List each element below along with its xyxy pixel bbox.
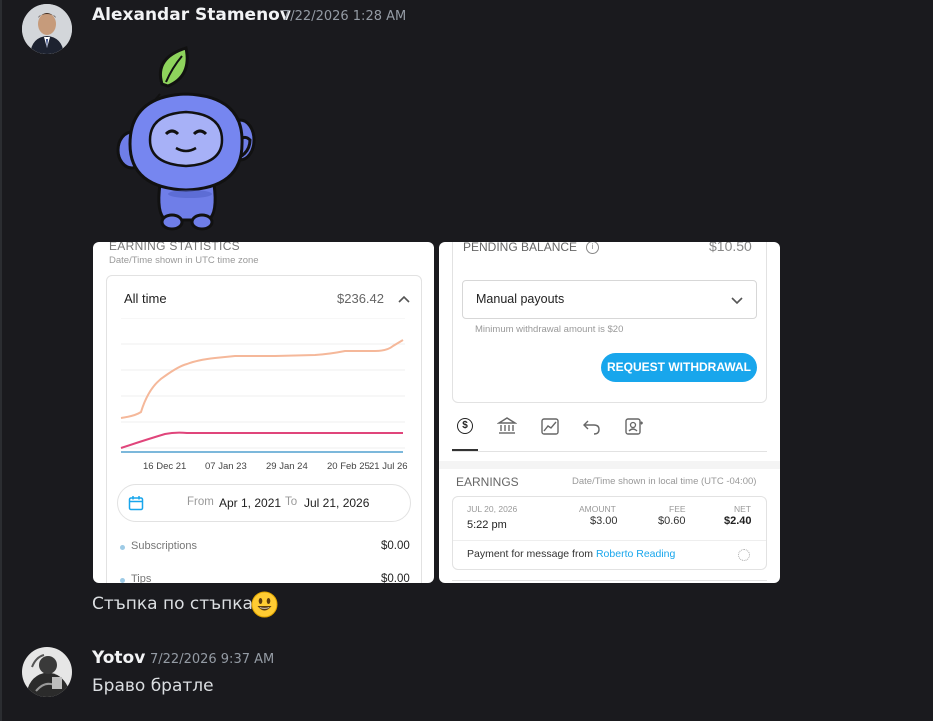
row-value: $0.00: [381, 573, 410, 583]
list-item: Tips $0.00: [107, 571, 423, 583]
avatar[interactable]: [22, 647, 72, 697]
tab-bank[interactable]: [496, 416, 518, 436]
request-withdrawal-button[interactable]: REQUEST WITHDRAWAL: [601, 353, 757, 382]
next-entry-edge: [452, 580, 767, 583]
timestamp: 7/22/2026 9:37 AM: [150, 652, 275, 667]
tab-statistics[interactable]: [540, 417, 560, 437]
entry-divider: [453, 540, 766, 541]
net-label: NET: [734, 504, 751, 514]
tab-refunds[interactable]: [582, 417, 602, 437]
entry-time: 5:22 pm: [467, 519, 507, 531]
amount-label: AMOUNT: [579, 504, 616, 514]
channel-divider: [0, 0, 2, 721]
from-label: From: [187, 496, 214, 508]
stats-card: All time $236.42 16 Dec 21 07 Jan 23 29 …: [106, 275, 422, 583]
to-label: To: [285, 496, 298, 508]
balance-card: PENDING BALANCE i $10.50 Manual payouts …: [452, 242, 767, 403]
stats-title: EARNING STATISTICS: [109, 242, 240, 253]
wumpus-leaf-sticker-icon: [110, 44, 260, 232]
message-content: Браво братле: [92, 676, 214, 696]
chart-icon: [541, 418, 559, 435]
calendar-icon: [128, 495, 144, 511]
net-value: $2.40: [724, 515, 752, 527]
pending-value: $10.50: [709, 242, 752, 254]
from-date[interactable]: Apr 1, 2021: [219, 496, 281, 510]
loading-spinner-icon: [738, 549, 750, 561]
description-prefix: Payment for message from: [467, 548, 594, 560]
payout-select[interactable]: Manual payouts: [462, 280, 757, 319]
timestamp: 7/22/2026 1:28 AM: [282, 9, 407, 24]
entry-date: JUL 20, 2026: [467, 504, 518, 514]
chevron-down-icon: [730, 294, 744, 306]
tabs-divider: [452, 451, 767, 452]
username[interactable]: Alexandar Stamenov: [92, 5, 291, 25]
pending-label: PENDING BALANCE: [463, 242, 578, 254]
row-label: Tips: [131, 573, 152, 583]
row-label: Subscriptions: [131, 540, 198, 552]
x-tick-label: 21 Jul 26: [369, 461, 408, 472]
bullet-icon: [120, 545, 125, 550]
section-separator: [439, 461, 780, 469]
fee-value: $0.60: [658, 515, 686, 527]
fee-label: FEE: [669, 504, 686, 514]
bank-icon: [496, 417, 518, 434]
undo-icon: [583, 420, 600, 435]
earnings-chart: [120, 318, 405, 453]
bullet-icon: [120, 578, 125, 583]
contact-card-icon: [625, 418, 643, 435]
pending-balance-screenshot[interactable]: PENDING BALANCE i $10.50 Manual payouts …: [439, 242, 780, 583]
chevron-up-icon[interactable]: [397, 292, 411, 304]
sender-link[interactable]: Roberto Reading: [596, 548, 675, 560]
username[interactable]: Yotov: [92, 648, 145, 668]
smiley-emoji-icon[interactable]: [251, 591, 278, 618]
row-value: $0.00: [381, 540, 410, 552]
tab-earnings[interactable]: $: [452, 414, 478, 451]
total-earnings: $236.42: [337, 291, 384, 306]
earning-statistics-screenshot[interactable]: EARNING STATISTICS Date/Time shown in UT…: [93, 242, 434, 583]
earnings-title: EARNINGS: [456, 475, 519, 489]
range-label[interactable]: All time: [124, 291, 167, 306]
min-withdrawal-note: Minimum withdrawal amount is $20: [475, 324, 624, 335]
x-tick-label: 20 Feb 25: [327, 461, 370, 472]
x-tick-label: 16 Dec 21: [143, 461, 187, 472]
earnings-note: Date/Time shown in local time (UTC -04:0…: [572, 476, 757, 487]
list-item: Subscriptions $0.00: [107, 538, 423, 558]
series-line-messages: [120, 431, 403, 449]
date-range-picker[interactable]: From Apr 1, 2021 To Jul 21, 2026: [117, 484, 411, 522]
to-date[interactable]: Jul 21, 2026: [304, 496, 369, 510]
avatar[interactable]: [22, 4, 72, 54]
amount-value: $3.00: [590, 515, 618, 527]
message-content: Стъпка по стъпка: [92, 594, 253, 614]
entry-description: Payment for message from Roberto Reading: [467, 548, 675, 560]
info-icon[interactable]: i: [586, 242, 599, 254]
x-tick-label: 07 Jan 23: [205, 461, 247, 472]
message-text: Стъпка по стъпка: [92, 594, 253, 614]
dollar-icon: $: [457, 418, 473, 434]
tab-referrals[interactable]: [624, 417, 644, 437]
series-line-total: [120, 339, 404, 419]
earnings-entry[interactable]: JUL 20, 2026 5:22 pm AMOUNT $3.00 FEE $0…: [452, 496, 767, 570]
stats-subtitle: Date/Time shown in UTC time zone: [109, 255, 259, 266]
payout-select-value: Manual payouts: [476, 292, 565, 306]
x-tick-label: 29 Jan 24: [266, 461, 308, 472]
